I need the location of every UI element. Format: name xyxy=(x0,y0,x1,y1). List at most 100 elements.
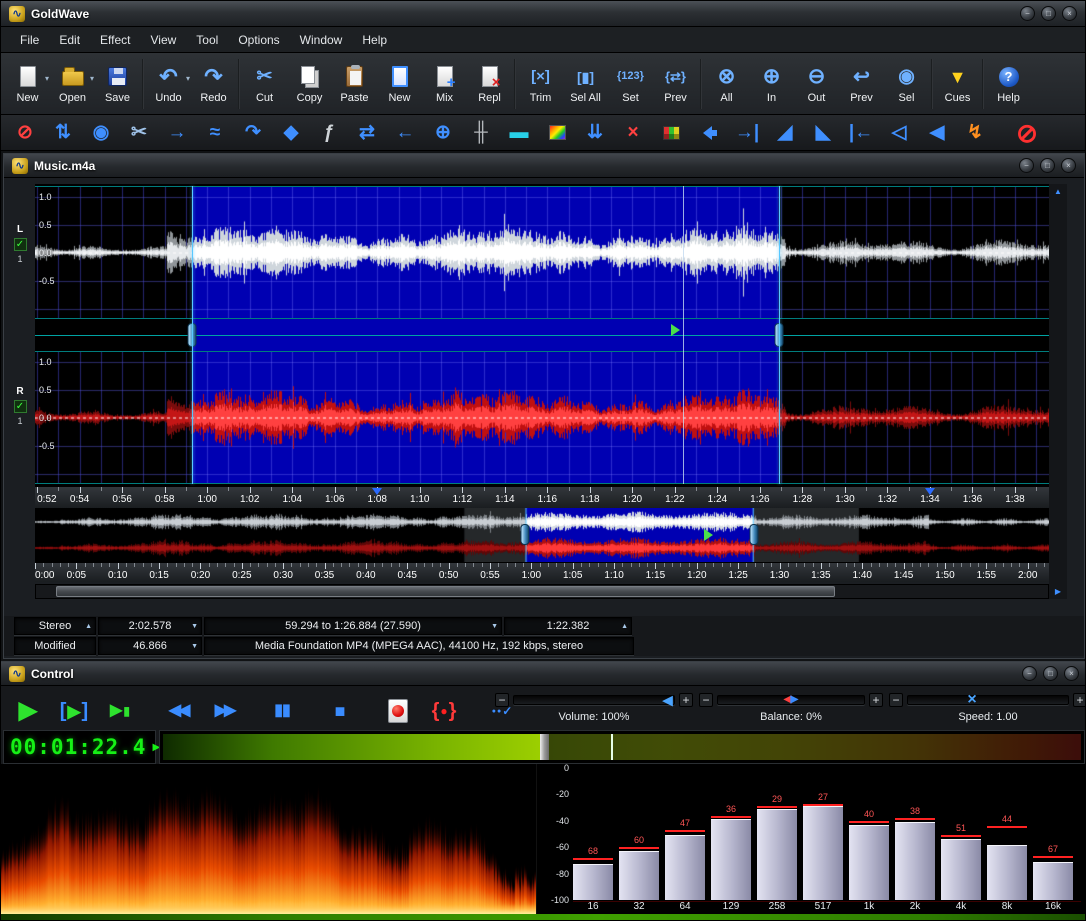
status-dropdown-arrow-icon[interactable]: ▲ xyxy=(621,623,628,630)
bypass-effects-button[interactable]: ⊘ xyxy=(6,117,44,149)
selection-start-line[interactable] xyxy=(192,186,193,484)
volume-slider[interactable]: ◀ xyxy=(513,695,675,705)
channel-selector-button[interactable]: ⇅ xyxy=(44,117,82,149)
status-cell[interactable]: 59.294 to 1:26.884 (27.590)▼ xyxy=(204,617,502,635)
cue-marker-icon[interactable] xyxy=(925,488,935,495)
volume-increase-button[interactable]: + xyxy=(679,693,693,707)
zoom-up-icon[interactable]: ▲ xyxy=(1054,187,1062,196)
zoom-in-button[interactable]: ⊕In xyxy=(749,56,794,112)
dropdown-arrow-icon[interactable]: ▾ xyxy=(45,74,49,83)
status-cell[interactable]: Modified xyxy=(14,637,96,655)
volume-matcher-button[interactable]: ◁ xyxy=(880,117,918,149)
time-ruler[interactable]: 0:520:540:560:581:001:021:041:061:081:10… xyxy=(35,486,1049,508)
status-dropdown-arrow-icon[interactable]: ▲ xyxy=(85,623,92,630)
insert-silence-button[interactable]: → xyxy=(158,117,196,149)
status-dropdown-arrow-icon[interactable]: ▼ xyxy=(191,643,198,650)
overview-selection-end-handle[interactable] xyxy=(749,524,758,545)
speed-slider[interactable]: × xyxy=(907,695,1069,705)
exchange-channels-button[interactable]: ⇄ xyxy=(348,117,386,149)
overview-time-ruler[interactable]: 0:000:050:100:150:200:250:300:350:400:45… xyxy=(35,562,1049,582)
fast-forward-button[interactable]: ▶▶ xyxy=(203,693,245,729)
music-maximize-button[interactable]: □ xyxy=(1040,158,1055,173)
delete-cue-button[interactable]: × xyxy=(614,117,652,149)
help-button[interactable]: Help xyxy=(986,56,1031,112)
overview-selection-start-handle[interactable] xyxy=(521,524,530,545)
dropdown-arrow-icon[interactable]: ▾ xyxy=(186,74,190,83)
menu-edit[interactable]: Edit xyxy=(50,30,89,50)
music-close-button[interactable]: × xyxy=(1061,158,1076,173)
status-cell[interactable]: 46.866▼ xyxy=(98,637,202,655)
overview-strip[interactable] xyxy=(35,508,1049,562)
status-cell[interactable]: Stereo▲ xyxy=(14,617,96,635)
monitor-disable-button[interactable]: ⊘ xyxy=(1008,117,1046,149)
zoom-previous-button[interactable]: ↩Prev xyxy=(839,56,884,112)
channel-enabled-checkbox[interactable]: ✓ xyxy=(14,238,27,251)
volume-slider-handle[interactable]: ◀ xyxy=(663,694,673,707)
menu-window[interactable]: Window xyxy=(291,30,352,50)
play-from-button[interactable]: ▶▮ xyxy=(99,693,141,729)
control-maximize-button[interactable]: □ xyxy=(1043,666,1058,681)
copy-button[interactable]: Copy xyxy=(287,56,332,112)
menu-help[interactable]: Help xyxy=(353,30,396,50)
waveform-left-channel-canvas[interactable] xyxy=(35,187,1049,318)
doppler-button[interactable]: ▬ xyxy=(500,117,538,149)
play-to-end-button[interactable]: →| xyxy=(728,117,766,149)
overview-playback-marker-icon[interactable] xyxy=(704,529,713,541)
status-dropdown-arrow-icon[interactable]: ▼ xyxy=(191,623,198,630)
paste-new-button[interactable]: New xyxy=(377,56,422,112)
set-selection-button[interactable]: {123}Set xyxy=(608,56,653,112)
scrollbar-thumb[interactable] xyxy=(56,586,835,597)
noise-reduction-button[interactable]: ≈ xyxy=(196,117,234,149)
reverse-button[interactable]: ↷ xyxy=(234,117,272,149)
expression-evaluator-button[interactable]: ƒ xyxy=(310,117,348,149)
pointer-tool-button[interactable]: ◉ xyxy=(82,117,120,149)
play-button[interactable]: ▶ xyxy=(7,693,49,729)
zoom-out-button[interactable]: ⊖Out xyxy=(794,56,839,112)
cue-marker-icon[interactable] xyxy=(372,488,382,495)
waveform-view[interactable]: 1.00.50.0-0.51.00.50.0-0.5 xyxy=(35,184,1049,486)
status-dropdown-arrow-icon[interactable]: ▼ xyxy=(491,623,498,630)
seek-start-button[interactable]: |← xyxy=(842,117,880,149)
music-window-titlebar[interactable]: ∿ Music.m4a −□× xyxy=(4,154,1084,178)
playback-device-button[interactable] xyxy=(690,117,728,149)
cut-button[interactable]: ✂Cut xyxy=(242,56,287,112)
fade-out-button[interactable]: ◣ xyxy=(804,117,842,149)
playback-marker-icon[interactable] xyxy=(671,324,680,336)
channel-divider-strip[interactable] xyxy=(35,318,1049,352)
cues-button[interactable]: ▼Cues xyxy=(935,56,980,112)
play-selection-button[interactable]: [▶] xyxy=(53,693,95,729)
rewind-button[interactable]: ◀◀ xyxy=(157,693,199,729)
mix-button[interactable]: Mix xyxy=(422,56,467,112)
cue-split-button[interactable]: ✂ xyxy=(120,117,158,149)
paste-button[interactable]: Paste xyxy=(332,56,377,112)
file-open-button[interactable]: Open▾ xyxy=(50,56,95,112)
undo-button[interactable]: ↶Undo▾ xyxy=(146,56,191,112)
file-save-button[interactable]: Save xyxy=(95,56,140,112)
app-titlebar[interactable]: ∿ GoldWave −□× xyxy=(1,1,1085,27)
replace-button[interactable]: Repl xyxy=(467,56,512,112)
app-close-button[interactable]: × xyxy=(1062,6,1077,21)
dynamics-button[interactable]: ↯ xyxy=(956,117,994,149)
menu-view[interactable]: View xyxy=(142,30,186,50)
time-grid-button[interactable]: ╫ xyxy=(462,117,500,149)
select-all-button[interactable]: [▮]Sel All xyxy=(563,56,608,112)
horizontal-scrollbar[interactable] xyxy=(35,584,1049,599)
overview-waveform-canvas[interactable] xyxy=(35,508,1049,562)
scroll-right-icon[interactable]: ▶ xyxy=(1055,587,1061,596)
control-window-titlebar[interactable]: ∿ Control −□× xyxy=(1,662,1086,686)
menu-options[interactable]: Options xyxy=(229,30,288,50)
channel-enabled-checkbox[interactable]: ✓ xyxy=(14,400,27,413)
pan-button[interactable]: ⊕ xyxy=(424,117,462,149)
equalizer-button[interactable] xyxy=(652,117,690,149)
previous-selection-button[interactable]: {⇄}Prev xyxy=(653,56,698,112)
control-minimize-button[interactable]: − xyxy=(1022,666,1037,681)
channel-split-button[interactable]: ⇊ xyxy=(576,117,614,149)
menu-file[interactable]: File xyxy=(11,30,48,50)
shift-left-button[interactable]: ← xyxy=(386,117,424,149)
dropdown-arrow-icon[interactable]: ▾ xyxy=(90,74,94,83)
file-new-button[interactable]: New▾ xyxy=(5,56,50,112)
selection-end-line[interactable] xyxy=(779,186,780,484)
app-maximize-button[interactable]: □ xyxy=(1041,6,1056,21)
menu-effect[interactable]: Effect xyxy=(91,30,139,50)
speed-increase-button[interactable]: + xyxy=(1073,693,1086,707)
